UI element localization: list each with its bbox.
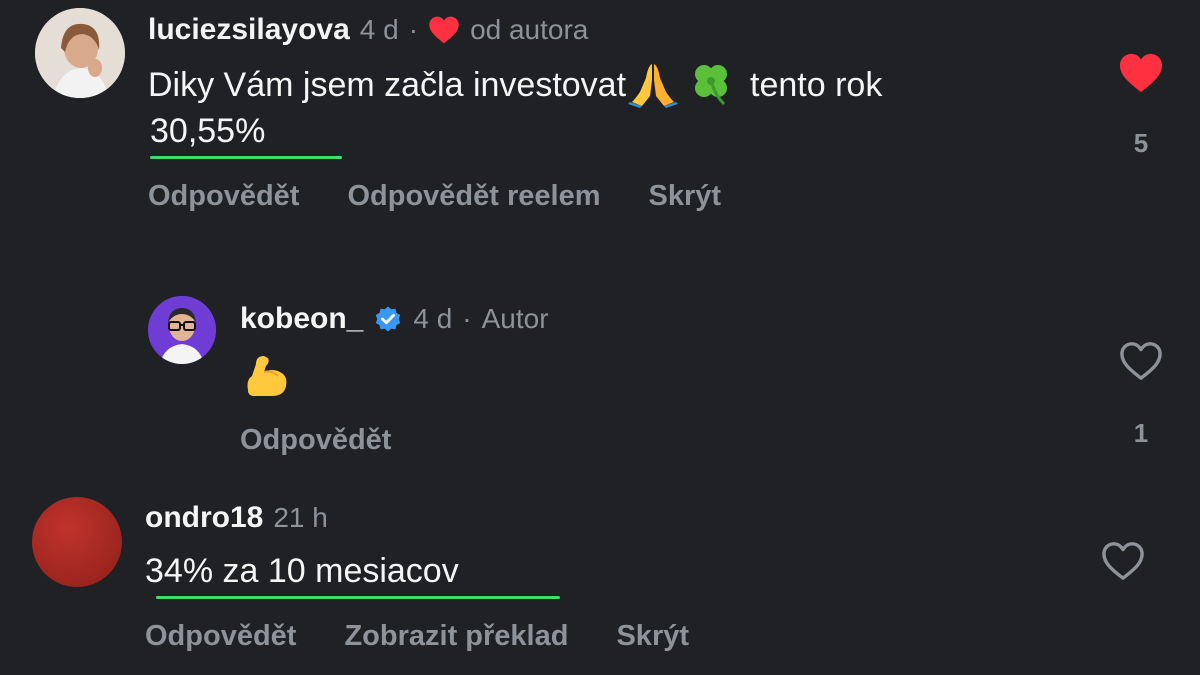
comment-text-part: tento rok [750, 65, 883, 104]
comment-username[interactable]: luciezsilayova [148, 13, 350, 47]
comment-actions: Odpovědět Odpovědět reelem Skrýt [148, 176, 721, 216]
hide-button[interactable]: Skrýt [616, 620, 689, 653]
like-button[interactable] [1118, 340, 1164, 387]
like-count: 1 [1133, 418, 1149, 448]
avatar[interactable] [148, 296, 216, 364]
comment-text: Diky Vám jsem začla investovat tento rok [148, 60, 882, 110]
like-button[interactable] [1100, 540, 1146, 587]
comment-username[interactable]: kobeon_ [240, 302, 363, 336]
reply-button[interactable]: Odpovědět [240, 424, 391, 457]
comment-text-line-2: 30,55% [150, 110, 265, 152]
avatar-photo-icon [35, 8, 125, 98]
comment-text-part: 34% za 10 mesiacov [145, 551, 459, 590]
comment-text-part: Diky Vám jsem začla investovat [148, 65, 627, 104]
highlight-underline [150, 156, 342, 159]
comment-time: 21 h [273, 502, 328, 533]
meta-separator: · [408, 14, 419, 45]
like-count: 5 [1133, 128, 1149, 158]
highlighted-value: 30,55% [150, 111, 266, 150]
like-button[interactable] [1118, 52, 1164, 99]
comment-time: 4 d [359, 14, 399, 45]
heart-filled-icon [428, 15, 460, 45]
comment-username[interactable]: ondro18 [145, 501, 263, 535]
verified-badge-icon [373, 304, 403, 334]
heart-filled-icon [1120, 53, 1162, 93]
comment-actions: Odpovědět [240, 420, 391, 460]
avatar[interactable] [35, 8, 125, 98]
comment-header: luciezsilayova 4 d · od autora [148, 12, 588, 48]
heart-outline-icon [1102, 542, 1144, 580]
liked-by-author-label: od autora [470, 14, 589, 45]
comment-header: ondro18 21 h [145, 500, 328, 536]
highlight-underline [156, 596, 560, 599]
reply-button[interactable]: Odpovědět [145, 620, 296, 653]
hide-button[interactable]: Skrýt [649, 180, 722, 213]
author-label: Autor [481, 303, 549, 334]
flexed-biceps-emoji-icon [242, 350, 292, 405]
comment-actions: Odpovědět Zobrazit překlad Skrýt [145, 616, 689, 656]
clover-emoji-icon [686, 58, 736, 113]
meta-separator: · [462, 303, 472, 334]
comment-time: 4 d [413, 303, 453, 334]
see-translation-button[interactable]: Zobrazit překlad [344, 620, 568, 653]
pray-emoji-icon [628, 58, 679, 113]
avatar-photo-icon [148, 296, 216, 364]
reply-button[interactable]: Odpovědět [148, 180, 299, 213]
heart-outline-icon [1120, 342, 1162, 380]
reply-with-reel-button[interactable]: Odpovědět reelem [347, 180, 600, 213]
comment-text: 34% za 10 mesiacov [145, 549, 459, 593]
comment-header: kobeon_ 4 d · Autor [240, 301, 549, 337]
avatar[interactable] [32, 497, 122, 587]
